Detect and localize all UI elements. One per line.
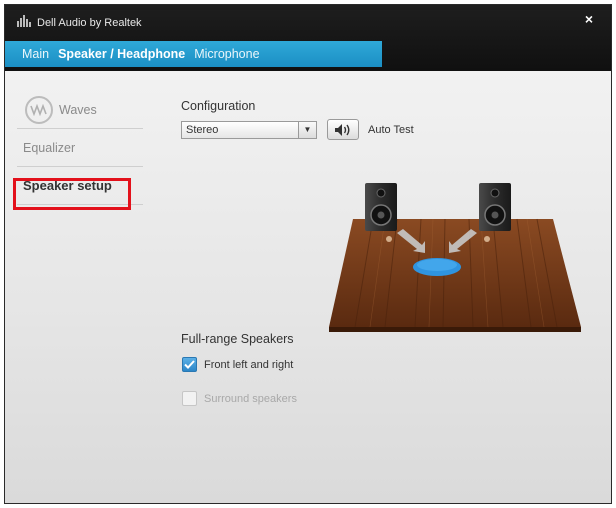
window-title: Dell Audio by Realtek bbox=[37, 17, 142, 29]
tab-microphone[interactable]: Microphone bbox=[194, 47, 259, 61]
tab-bar: Main Speaker / Headphone Microphone bbox=[5, 41, 382, 67]
speaker-stage-diagram bbox=[329, 183, 581, 332]
chevron-down-icon[interactable]: ▼ bbox=[298, 122, 316, 138]
tab-main[interactable]: Main bbox=[22, 47, 49, 61]
configuration-dropdown[interactable]: Stereo ▼ bbox=[181, 121, 317, 139]
app-window: Dell Audio by Realtek × Main Speaker / H… bbox=[4, 4, 612, 504]
full-range-speakers-label: Full-range Speakers bbox=[181, 332, 294, 346]
configuration-label: Configuration bbox=[181, 99, 256, 113]
configuration-panel: Configuration Stereo ▼ Auto Test bbox=[181, 99, 414, 140]
dropdown-value: Stereo bbox=[186, 124, 219, 136]
listener-highlight bbox=[417, 259, 457, 271]
surround-speakers-checkbox[interactable] bbox=[182, 391, 197, 406]
front-left-right-checkbox[interactable] bbox=[182, 357, 197, 372]
auto-test-button[interactable] bbox=[327, 119, 359, 140]
selection-highlight bbox=[13, 178, 131, 210]
speaker-dot-left bbox=[386, 236, 392, 242]
audio-bars-icon bbox=[17, 15, 31, 27]
speaker-dot-right bbox=[484, 236, 490, 242]
sidebar-item-waves[interactable]: Waves bbox=[17, 91, 143, 129]
close-button[interactable]: × bbox=[585, 11, 593, 27]
surround-speakers-label: Surround speakers bbox=[204, 392, 297, 405]
speaker-volume-icon bbox=[335, 123, 350, 136]
surround-speakers-option[interactable]: Surround speakers bbox=[182, 391, 297, 406]
waves-logo-icon bbox=[25, 95, 53, 124]
front-left-right-option[interactable]: Front left and right bbox=[182, 357, 293, 372]
sidebar-item-equalizer[interactable]: Equalizer bbox=[17, 129, 143, 167]
title-bar: Dell Audio by Realtek × Main Speaker / H… bbox=[5, 5, 611, 71]
tab-speaker-headphone[interactable]: Speaker / Headphone bbox=[58, 47, 185, 61]
front-left-right-label: Front left and right bbox=[204, 358, 294, 371]
front-left-speaker-icon bbox=[365, 183, 397, 231]
auto-test-label: Auto Test bbox=[368, 124, 414, 136]
sidebar-item-label: Waves bbox=[59, 102, 97, 117]
sidebar-item-label: Equalizer bbox=[23, 140, 76, 155]
wood-floor bbox=[329, 218, 581, 332]
checkmark-icon bbox=[184, 360, 195, 369]
front-right-speaker-icon bbox=[479, 183, 511, 231]
